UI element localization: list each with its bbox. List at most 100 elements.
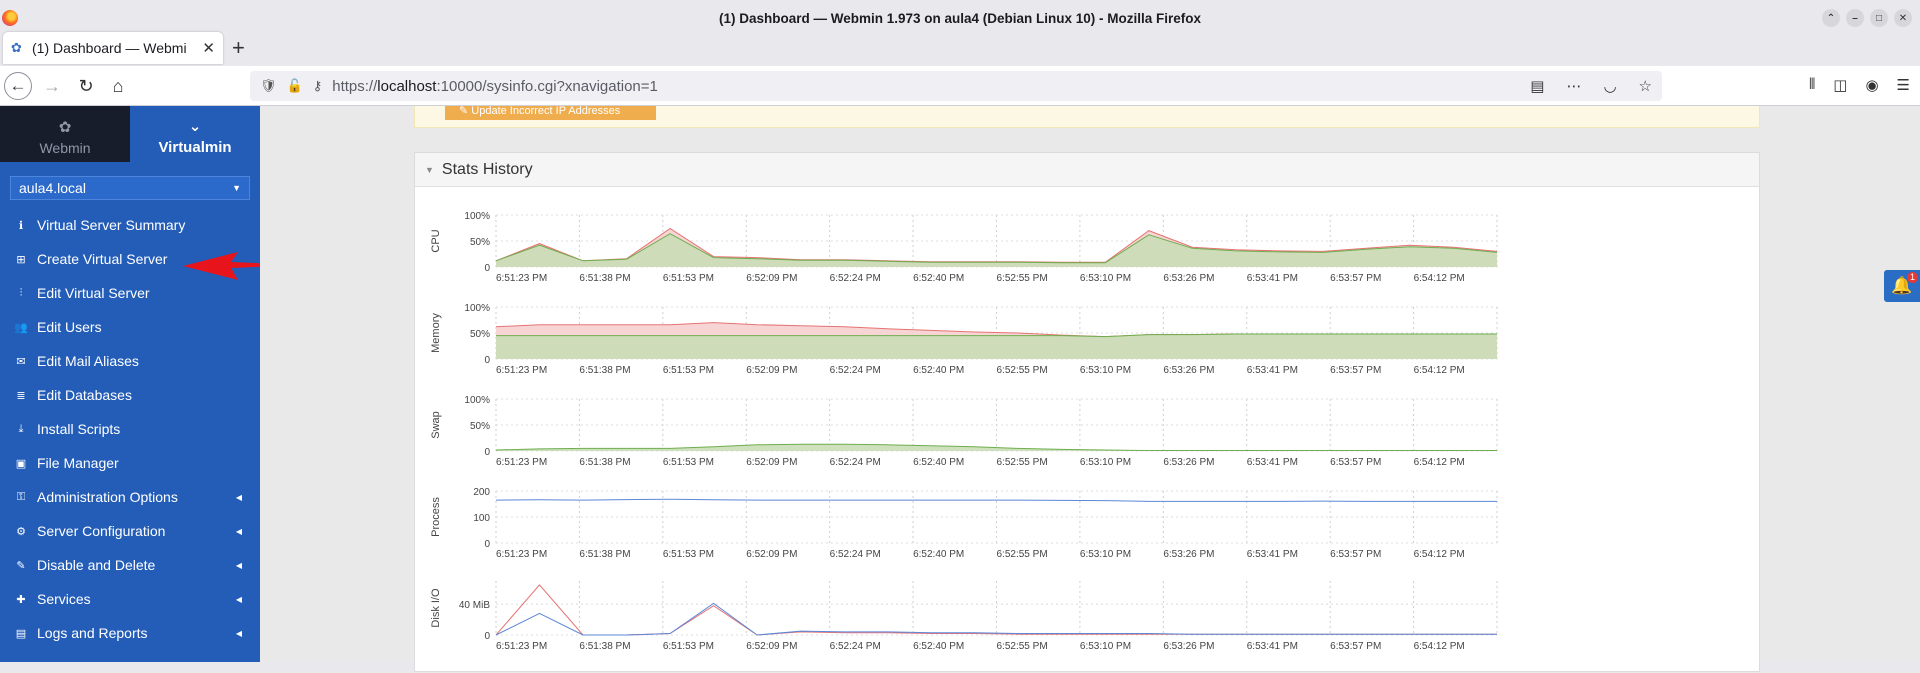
users-icon: 👥: [14, 321, 28, 334]
cpu-x-tick: 6:53:41 PM: [1247, 273, 1298, 284]
sidebar-item-server-configuration[interactable]: ⚙ Server Configuration ◀: [0, 514, 260, 548]
sidebar-item-services[interactable]: ✚ Services ◀: [0, 582, 260, 616]
sidebar-item-edit-mail-aliases[interactable]: ✉ Edit Mail Aliases: [0, 344, 260, 378]
disk-i-o-x-tick: 6:52:24 PM: [830, 641, 881, 652]
lock-warning-icon[interactable]: 🔓: [287, 78, 303, 94]
edit-icon: ✎: [459, 106, 472, 117]
sidebar-item-disable-and-delete[interactable]: ✎ Disable and Delete ◀: [0, 548, 260, 582]
cpu-x-tick: 6:53:10 PM: [1080, 273, 1131, 284]
sidebar-item-edit-databases[interactable]: ≣ Edit Databases: [0, 378, 260, 412]
navigation-toolbar: ← → ↻ ⌂ 🛡 🔓 ⚷ https://localhost:10000/sy…: [0, 66, 1920, 106]
sidebar-item-edit-users[interactable]: 👥 Edit Users: [0, 310, 260, 344]
sidebar-item-administration-options[interactable]: ⚿ Administration Options ◀: [0, 480, 260, 514]
sidebar-toggle-icon[interactable]: ◫: [1833, 76, 1847, 94]
swap-y-label: Swap: [430, 411, 442, 439]
disk-i-o-y-tick: 0: [484, 631, 490, 642]
cpu-y-tick: 0: [484, 263, 490, 274]
cpu-x-tick: 6:51:53 PM: [663, 273, 714, 284]
ip-warning-alert: ✎ Update Incorrect IP Addresses: [414, 106, 1760, 128]
browser-tab-dashboard[interactable]: ✿ (1) Dashboard — Webmi ✕: [3, 32, 223, 64]
mail-alias-icon: ✉: [16, 355, 26, 368]
sidebar-item-label: Disable and Delete: [37, 557, 156, 573]
page-actions-icon[interactable]: ⋯: [1566, 77, 1581, 95]
window-title: (1) Dashboard — Webmin 1.973 on aula4 (D…: [718, 10, 1202, 26]
cpu-x-tick: 6:51:38 PM: [579, 273, 630, 284]
cpu-y-tick: 50%: [470, 237, 490, 248]
swap-x-tick: 6:51:53 PM: [663, 457, 714, 468]
memory-x-tick: 6:52:40 PM: [913, 365, 964, 376]
sidebar-item-edit-virtual-server[interactable]: ⫶ Edit Virtual Server: [0, 276, 260, 310]
disk-i-o-x-tick: 6:53:41 PM: [1247, 641, 1298, 652]
reload-button[interactable]: ↻: [72, 72, 100, 100]
cpu-x-tick: 6:51:23 PM: [496, 273, 547, 284]
url-bar[interactable]: 🛡 🔓 ⚷ https://localhost:10000/sysinfo.cg…: [250, 71, 1662, 101]
cpu-x-tick: 6:53:26 PM: [1163, 273, 1214, 284]
sidebar-item-label: File Manager: [37, 455, 119, 471]
back-button[interactable]: ←: [4, 72, 32, 100]
swap-x-tick: 6:53:26 PM: [1163, 457, 1214, 468]
sidebar-item-label: Server Configuration: [37, 523, 166, 539]
memory-y-tick: 50%: [470, 329, 490, 340]
forward-button[interactable]: →: [38, 72, 66, 100]
process-x-tick: 6:53:57 PM: [1330, 549, 1381, 560]
key-icon: ⚿: [16, 490, 26, 503]
pocket-icon[interactable]: ◡: [1603, 77, 1616, 95]
sidebar-item-install-scripts[interactable]: ⤓ Install Scripts: [0, 412, 260, 446]
swap-x-tick: 6:52:24 PM: [830, 457, 881, 468]
memory-series-area: [496, 334, 1497, 359]
gears-icon: ⚙: [16, 525, 26, 538]
swap-x-tick: 6:52:40 PM: [913, 457, 964, 468]
tab-webmin[interactable]: ✿ Webmin: [0, 106, 130, 162]
firefox-logo-icon: [2, 10, 18, 26]
swap-x-tick: 6:51:38 PM: [579, 457, 630, 468]
file-icon: ▤: [15, 627, 27, 640]
swap-y-tick: 100%: [464, 395, 490, 406]
main-content: ✎ Update Incorrect IP Addresses ▼ Stats …: [260, 106, 1920, 672]
memory-x-tick: 6:52:24 PM: [830, 365, 881, 376]
submenu-arrow-icon: ◀: [235, 492, 242, 502]
submenu-arrow-icon: ◀: [235, 526, 242, 536]
process-x-tick: 6:53:10 PM: [1080, 549, 1131, 560]
sidebar-item-file-manager[interactable]: ▣ File Manager: [0, 446, 260, 480]
account-icon[interactable]: ◉: [1865, 76, 1878, 94]
cpu-y-label: CPU: [430, 229, 442, 252]
sidebar-item-label: Logs and Reports: [37, 625, 148, 641]
sidebar-tabs: ✿ Webmin ⌄ Virtualmin: [0, 106, 260, 162]
permissions-icon[interactable]: ⚷: [313, 78, 323, 94]
memory-x-tick: 6:51:23 PM: [496, 365, 547, 376]
update-ip-button[interactable]: ✎ Update Incorrect IP Addresses: [445, 106, 656, 120]
memory-y-tick: 100%: [464, 303, 490, 314]
scroll-up-icon[interactable]: ⌃: [1822, 9, 1840, 27]
url-text[interactable]: https://localhost:10000/sysinfo.cgi?xnav…: [332, 78, 658, 95]
sidebar-item-logs-and-reports[interactable]: ▤ Logs and Reports ◀: [0, 616, 260, 650]
swap-x-tick: 6:53:41 PM: [1247, 457, 1298, 468]
toolbar-right: ⫴ ◫ ◉ ☰: [1809, 76, 1910, 94]
home-button[interactable]: ⌂: [104, 72, 132, 100]
app-menu-icon[interactable]: ☰: [1897, 76, 1910, 94]
domain-select[interactable]: aula4.local ▼: [10, 176, 250, 200]
new-tab-button[interactable]: +: [232, 37, 245, 59]
process-x-tick: 6:51:53 PM: [663, 549, 714, 560]
cpu-x-tick: 6:52:55 PM: [997, 273, 1048, 284]
tab-close-icon[interactable]: ✕: [202, 39, 215, 57]
process-y-tick: 200: [473, 487, 490, 498]
update-ip-button-label: Update Incorrect IP Addresses: [471, 106, 621, 117]
memory-y-label: Memory: [430, 313, 442, 353]
info-icon: ℹ: [18, 219, 24, 232]
reader-view-icon[interactable]: ▤: [1530, 77, 1544, 95]
bookmark-star-icon[interactable]: ☆: [1639, 77, 1652, 95]
maximize-button[interactable]: □: [1870, 9, 1888, 27]
minimize-button[interactable]: –: [1846, 9, 1864, 27]
close-window-button[interactable]: ✕: [1894, 9, 1912, 27]
cpu-x-tick: 6:53:57 PM: [1330, 273, 1381, 284]
process-x-tick: 6:52:40 PM: [913, 549, 964, 560]
sidebar-item-virtual-server-summary[interactable]: ℹ Virtual Server Summary: [0, 208, 260, 242]
domain-select-value: aula4.local: [19, 180, 86, 196]
process-x-tick: 6:52:24 PM: [830, 549, 881, 560]
tab-virtualmin[interactable]: ⌄ Virtualmin: [130, 106, 260, 162]
disk-i-o-x-tick: 6:53:26 PM: [1163, 641, 1214, 652]
notifications-button[interactable]: 🔔 1: [1884, 270, 1920, 302]
library-icon[interactable]: ⫴: [1809, 76, 1815, 94]
shield-icon[interactable]: 🛡: [260, 78, 277, 94]
memory-x-tick: 6:52:09 PM: [746, 365, 797, 376]
